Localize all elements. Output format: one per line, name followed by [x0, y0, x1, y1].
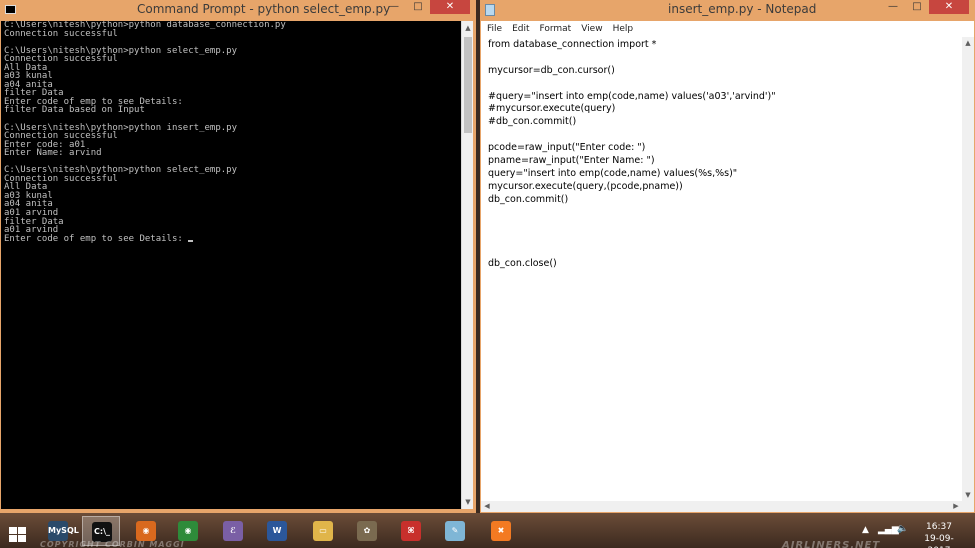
firefox-icon: ◉: [136, 521, 156, 541]
show-hidden-icons[interactable]: ▲: [862, 525, 869, 548]
taskbar-app-eclipse[interactable]: ℰ: [214, 516, 252, 546]
close-button[interactable]: ✕: [430, 0, 470, 14]
cmd-title: Command Prompt - python select_emp.py: [137, 2, 391, 16]
menu-help[interactable]: Help: [613, 21, 634, 37]
taskbar-app-acrobat[interactable]: ⌘: [392, 516, 430, 546]
console-line: a03 kunal: [4, 71, 53, 82]
code-line: #db_con.commit(): [488, 116, 577, 128]
scroll-down-icon[interactable]: ▼: [462, 495, 474, 509]
text-editor[interactable]: from database_connection import * mycurso…: [481, 37, 962, 501]
console-line: Enter code of emp to see Details:: [1, 234, 461, 244]
scroll-left-icon[interactable]: ◀: [481, 501, 493, 512]
notepad-title: insert_emp.py - Notepad: [668, 2, 817, 16]
code-line: from database_connection import *: [488, 39, 657, 50]
cmd-scrollbar[interactable]: ▲ ▼: [461, 21, 473, 509]
console-line: filter Data: [4, 216, 64, 227]
watermark-left: COPYRIGHT CORBIN MAGGI: [40, 540, 185, 548]
cmd-window-buttons: — □ ✕: [382, 0, 470, 14]
menu-view[interactable]: View: [581, 21, 602, 37]
menu-file[interactable]: File: [487, 21, 502, 37]
console-output[interactable]: C:\Users\nitesh\python>python database_c…: [1, 21, 461, 509]
mysql-icon: MySQL: [48, 521, 79, 541]
scroll-right-icon[interactable]: ▶: [950, 501, 962, 512]
console-line: Connection successful: [4, 54, 118, 65]
console-line: Connection successful: [4, 173, 118, 184]
scroll-down-icon[interactable]: ▼: [962, 489, 974, 501]
console-line: filter Data based on Input: [4, 105, 145, 116]
clock-time: 16:37: [926, 522, 952, 532]
code-line: mycursor=db_con.cursor(): [488, 64, 615, 76]
xampp-icon: ✖: [491, 521, 511, 541]
taskbar-app-notepad[interactable]: ✎: [436, 516, 474, 546]
resize-grip[interactable]: [962, 501, 974, 512]
code-line: query="insert into emp(code,name) values…: [488, 167, 738, 179]
clock-date: 19-09-2017: [924, 534, 954, 548]
clock[interactable]: 16:37 19-09-2017: [913, 521, 965, 548]
close-button[interactable]: ✕: [929, 0, 969, 14]
console-line: Enter Name: arvind: [4, 148, 102, 159]
taskbar-app-gimp[interactable]: ✿: [348, 516, 386, 546]
code-line: mycursor.execute(query,(pcode,pname)): [488, 180, 683, 192]
code-line: #mycursor.execute(query): [488, 103, 616, 115]
eclipse-icon: ℰ: [223, 521, 243, 541]
notepad-window[interactable]: insert_emp.py - Notepad — □ ✕ File Edit …: [480, 0, 975, 513]
maximize-button[interactable]: □: [905, 0, 929, 14]
menu-format[interactable]: Format: [540, 21, 572, 37]
menu-edit[interactable]: Edit: [512, 21, 529, 37]
explorer-icon: ▭: [313, 521, 333, 541]
notepad-window-buttons: — □ ✕: [881, 0, 969, 14]
code-line: pcode=raw_input("Enter code: "): [488, 142, 646, 154]
chrome-icon: ◉: [178, 521, 198, 541]
word-icon: W: [267, 521, 287, 541]
volume-icon[interactable]: 🔈: [897, 524, 908, 548]
minimize-button[interactable]: —: [382, 0, 406, 14]
scroll-up-icon[interactable]: ▲: [962, 37, 974, 49]
code-line: #query="insert into emp(code,name) value…: [488, 90, 776, 102]
taskbar-app-explorer[interactable]: ▭: [304, 516, 342, 546]
code-line: pname=raw_input("Enter Name: "): [488, 155, 655, 167]
notepad-horizontal-scrollbar[interactable]: ◀ ▶: [481, 501, 962, 512]
notepad-vertical-scrollbar[interactable]: ▲ ▼: [962, 37, 974, 501]
notepad-titlebar[interactable]: insert_emp.py - Notepad — □ ✕: [480, 0, 975, 21]
cmd-icon: C:\_: [92, 522, 112, 542]
notepad-icon: [485, 4, 495, 16]
scroll-thumb[interactable]: [464, 37, 472, 133]
notepad-icon: ✎: [445, 521, 465, 541]
taskbar-app-word[interactable]: W: [258, 516, 296, 546]
console-line: a03 kunal: [4, 190, 53, 201]
scroll-up-icon[interactable]: ▲: [462, 21, 474, 35]
console-line: a01 arvind: [4, 208, 59, 219]
maximize-button[interactable]: □: [406, 0, 430, 14]
acrobat-icon: ⌘: [401, 521, 421, 541]
taskbar: MySQL C:\_ ◉ ◉ ℰ W ▭ ✿ ⌘ ✎ ✖ COPYRIGHT CORBIN MAGG…: [0, 513, 975, 548]
console-line: All Data: [4, 182, 48, 193]
text-cursor: [188, 239, 194, 242]
cmd-titlebar[interactable]: Command Prompt - python select_emp.py — …: [0, 0, 476, 21]
minimize-button[interactable]: —: [881, 0, 905, 14]
gimp-icon: ✿: [357, 521, 377, 541]
console-line: All Data: [4, 62, 48, 73]
console-line: a04 anita: [4, 199, 53, 210]
console-line: a04 anita: [4, 79, 53, 90]
taskbar-app-xampp[interactable]: ✖: [482, 516, 520, 546]
menu-bar: File Edit Format View Help: [481, 21, 974, 37]
windows-logo-icon: [9, 527, 27, 543]
start-button[interactable]: [0, 516, 36, 546]
cmd-window[interactable]: Command Prompt - python select_emp.py — …: [0, 0, 476, 513]
console-line: Connection successful: [4, 28, 118, 39]
code-line: db_con.close(): [488, 258, 557, 270]
code-line: db_con.commit(): [488, 193, 569, 205]
signal-icon[interactable]: ▂▄▆: [878, 525, 899, 548]
cmd-icon: [5, 5, 16, 14]
